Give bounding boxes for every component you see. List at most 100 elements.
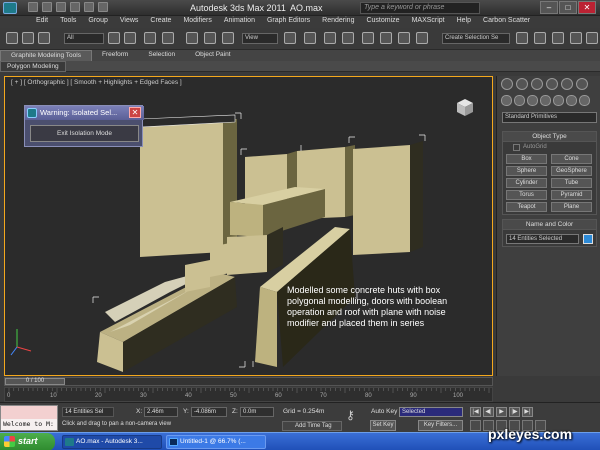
dialog-close-button[interactable]: ✕ [129,107,141,118]
menu-edit[interactable]: Edit [30,16,54,28]
go-to-end-button[interactable]: ▶| [522,407,533,417]
angle-snap-icon[interactable] [324,32,336,44]
geometry-icon[interactable] [501,95,512,106]
menu-tools[interactable]: Tools [54,16,82,28]
select-object-icon[interactable] [108,32,120,44]
viewcube-icon[interactable] [453,95,477,119]
hut-small-2[interactable] [185,260,210,292]
snap-toggle-icon[interactable] [304,32,316,44]
time-slider-thumb[interactable]: 0 / 100 [5,378,65,385]
new-file-icon[interactable] [28,2,38,12]
maxscript-listener[interactable]: Welcome to M: [0,405,58,431]
selection-filter-select[interactable]: All [64,33,104,44]
select-by-name-icon[interactable] [124,32,136,44]
tab-polygon-modeling[interactable]: Polygon Modeling [0,61,66,72]
app-menu-icon[interactable] [3,2,17,14]
time-slider[interactable]: 0 / 100 [4,377,493,386]
auto-key-button[interactable]: Auto Key [371,408,397,415]
space-warps-icon[interactable] [566,95,577,106]
menu-views[interactable]: Views [114,16,145,28]
key-filters-button[interactable]: Key Filters... [418,420,463,431]
box-button[interactable]: Box [506,154,547,164]
lights-icon[interactable] [527,95,538,106]
geosphere-button[interactable]: GeoSphere [551,166,592,176]
unlink-icon[interactable] [38,32,50,44]
select-and-link-icon[interactable] [22,32,34,44]
key-icon[interactable]: ⚷ [346,409,362,421]
object-color-swatch[interactable] [583,234,593,244]
tab-selection[interactable]: Selection [138,50,185,61]
name-and-color-header[interactable]: Name and Color [503,220,596,230]
exit-isolation-button[interactable]: Exit Isolation Mode [30,125,139,142]
helpers-icon[interactable] [553,95,564,106]
search-input[interactable]: Type a keyword or phrase [360,2,480,14]
modify-tab-icon[interactable] [516,78,528,90]
viewport-label[interactable]: [ + ] [ Orthographic ] [ Smooth + Highli… [11,79,182,86]
object-name-field[interactable]: 14 Entities Selected [506,234,579,244]
zoom-icon[interactable] [470,420,481,431]
menu-animation[interactable]: Animation [218,16,261,28]
window-crossing-icon[interactable] [162,32,174,44]
save-file-icon[interactable] [56,2,66,12]
undo-icon[interactable] [70,2,80,12]
render-setup-icon[interactable] [552,32,564,44]
maximize-button[interactable]: □ [559,1,577,14]
graphite-toggle-icon[interactable] [416,32,428,44]
render-frame-icon[interactable] [570,32,582,44]
track-bar[interactable]: 0 10 20 30 40 50 60 70 80 90 100 [4,387,493,402]
align-icon[interactable] [380,32,392,44]
layer-manager-icon[interactable] [398,32,410,44]
select-and-rotate-icon[interactable] [204,32,216,44]
menu-help[interactable]: Help [451,16,477,28]
undo-icon[interactable] [6,32,18,44]
project-folder-icon[interactable] [98,2,108,12]
select-and-scale-icon[interactable] [222,32,234,44]
motion-tab-icon[interactable] [546,78,558,90]
taskbar-item-photoshop[interactable]: Untitled-1 @ 66.7% (... [166,435,266,449]
tab-graphite-modeling-tools[interactable]: Graphite Modeling Tools [0,50,92,61]
menu-group[interactable]: Group [82,16,113,28]
tab-freeform[interactable]: Freeform [92,50,138,61]
systems-icon[interactable] [579,95,590,106]
maxscript-input[interactable] [1,406,57,419]
mirror-icon[interactable] [362,32,374,44]
go-to-start-button[interactable]: |◀ [470,407,481,417]
primitive-type-select[interactable]: Standard Primitives [502,112,597,123]
key-selection-select[interactable]: Selected [399,407,463,417]
pivot-center-icon[interactable] [284,32,296,44]
menu-graph-editors[interactable]: Graph Editors [261,16,316,28]
named-selection-set-select[interactable]: Create Selection Se [442,33,510,44]
percent-snap-icon[interactable] [342,32,354,44]
menu-customize[interactable]: Customize [360,16,405,28]
hut-large[interactable] [140,122,223,257]
object-type-header[interactable]: Object Type [503,132,596,142]
play-button[interactable]: ▶ [496,407,507,417]
previous-frame-button[interactable]: ◀| [483,407,494,417]
create-tab-icon[interactable] [501,78,513,90]
rectangle-selection-icon[interactable] [144,32,156,44]
menu-maxscript[interactable]: MAXScript [406,16,451,28]
menu-rendering[interactable]: Rendering [316,16,360,28]
cone-button[interactable]: Cone [551,154,592,164]
set-key-button[interactable]: Set Key [370,420,396,431]
dialog-title-bar[interactable]: Warning: Isolated Sel... ✕ [25,106,144,120]
add-time-tag-button[interactable]: Add Time Tag [282,421,342,431]
shapes-icon[interactable] [514,95,525,106]
pyramid-button[interactable]: Pyramid [551,190,592,200]
next-frame-button[interactable]: |▶ [509,407,520,417]
cameras-icon[interactable] [540,95,551,106]
menu-modifiers[interactable]: Modifiers [177,16,217,28]
x-coordinate-field[interactable]: 2.46m [144,407,178,417]
tube-button[interactable]: Tube [551,178,592,188]
menu-create[interactable]: Create [144,16,177,28]
plane-button[interactable]: Plane [551,202,592,212]
utilities-tab-icon[interactable] [576,78,588,90]
hut-small-1[interactable] [210,242,235,277]
reference-coordinate-select[interactable]: View [242,33,278,44]
torus-button[interactable]: Torus [506,190,547,200]
y-coordinate-field[interactable]: -4.086m [191,407,227,417]
quick-render-icon[interactable] [586,32,598,44]
tab-object-paint[interactable]: Object Paint [185,50,240,61]
open-file-icon[interactable] [42,2,52,12]
cylinder-button[interactable]: Cylinder [506,178,547,188]
